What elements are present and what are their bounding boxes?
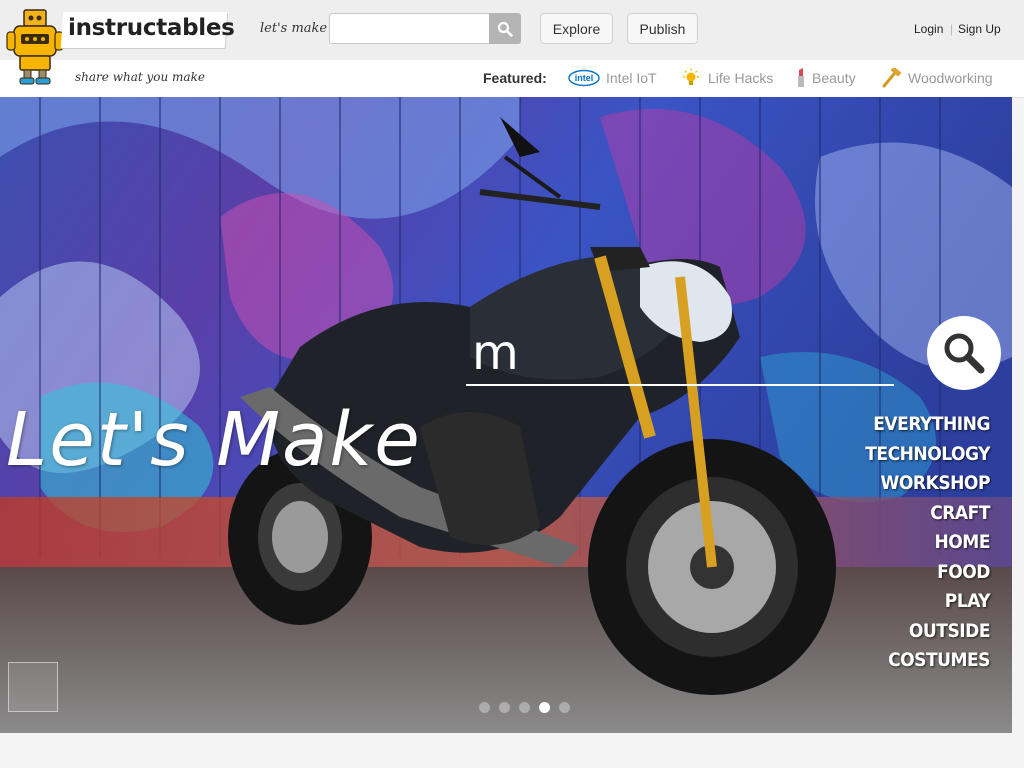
featured-item-label: Life Hacks bbox=[708, 70, 774, 86]
hero-thumbnail[interactable] bbox=[8, 662, 58, 712]
featured-item-life-hacks[interactable]: Life Hacks bbox=[680, 68, 773, 88]
featured-item-woodworking[interactable]: Woodworking bbox=[880, 68, 993, 88]
search-button[interactable] bbox=[489, 13, 521, 44]
featured-item-label: Beauty bbox=[812, 70, 856, 86]
robot-logo-icon[interactable] bbox=[6, 8, 66, 86]
hero-search-input[interactable] bbox=[466, 322, 894, 386]
search-icon bbox=[944, 333, 985, 374]
category-workshop[interactable]: WORKSHOP bbox=[865, 469, 991, 499]
lightbulb-icon bbox=[683, 68, 699, 85]
signup-link[interactable]: Sign Up bbox=[958, 22, 1001, 36]
search-icon bbox=[497, 21, 513, 37]
slide-dot[interactable] bbox=[499, 702, 510, 713]
search-input[interactable] bbox=[329, 13, 489, 44]
slide-dot[interactable] bbox=[559, 702, 570, 713]
slide-dot[interactable] bbox=[479, 702, 490, 713]
svg-text:intel: intel bbox=[575, 73, 594, 83]
letsmake-label: let's make bbox=[260, 21, 328, 36]
featured-item-label: Woodworking bbox=[908, 70, 993, 86]
hero-search-button[interactable] bbox=[927, 316, 1001, 390]
logo-text[interactable]: instructables bbox=[68, 15, 235, 41]
explore-button[interactable]: Explore bbox=[540, 13, 613, 44]
category-list: EVERYTHING TECHNOLOGY WORKSHOP CRAFT HOM… bbox=[865, 410, 990, 676]
slide-dot[interactable] bbox=[519, 702, 530, 713]
slide-dot[interactable] bbox=[539, 702, 550, 713]
category-costumes[interactable]: COSTUMES bbox=[865, 646, 990, 676]
auth-separator: | bbox=[950, 22, 954, 36]
slide-dots bbox=[479, 702, 570, 713]
intel-icon: intel bbox=[568, 69, 600, 87]
category-craft[interactable]: CRAFT bbox=[865, 499, 990, 529]
featured-item-beauty[interactable]: Beauty bbox=[796, 68, 856, 88]
category-home[interactable]: HOME bbox=[865, 528, 990, 558]
category-food[interactable]: FOOD bbox=[865, 558, 990, 588]
login-link[interactable]: Login bbox=[914, 22, 943, 36]
featured-item-intel-iot[interactable]: intel Intel IoT bbox=[568, 68, 657, 88]
tagline: share what you make bbox=[75, 70, 205, 84]
category-outside[interactable]: OUTSIDE bbox=[865, 617, 991, 647]
hero-banner: Let's Make EVERYTHING TECHNOLOGY WORKSHO… bbox=[0, 97, 1012, 733]
lipstick-icon bbox=[798, 68, 804, 87]
publish-button[interactable]: Publish bbox=[627, 13, 698, 44]
hammer-icon bbox=[882, 68, 902, 88]
category-technology[interactable]: TECHNOLOGY bbox=[865, 440, 990, 470]
featured-item-label: Intel IoT bbox=[606, 70, 657, 86]
hero-title: Let's Make bbox=[6, 397, 422, 483]
category-everything[interactable]: EVERYTHING bbox=[865, 410, 990, 440]
featured-label: Featured: bbox=[483, 70, 547, 86]
category-play[interactable]: PLAY bbox=[865, 587, 991, 617]
